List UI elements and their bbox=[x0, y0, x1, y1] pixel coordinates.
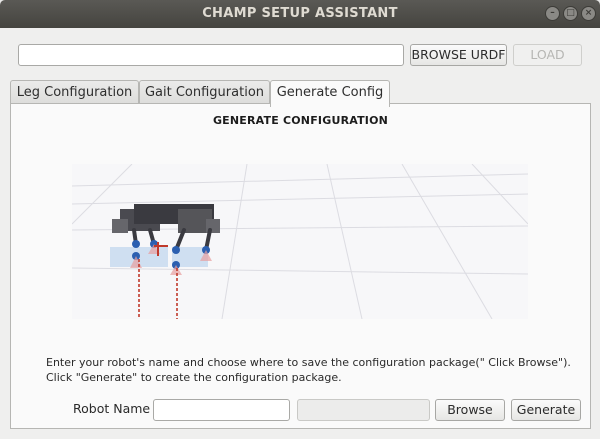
tab-generate-config[interactable]: Generate Config bbox=[270, 80, 390, 107]
robot-name-label: Robot Name bbox=[73, 401, 151, 416]
generate-heading: GENERATE CONFIGURATION bbox=[212, 114, 389, 127]
robot-name-input[interactable] bbox=[153, 399, 290, 421]
robot-preview-viewport bbox=[72, 164, 528, 319]
generate-config-panel: GENERATE CONFIGURATION Enter your robot'… bbox=[10, 103, 591, 429]
browse-button[interactable]: Browse bbox=[435, 399, 505, 421]
instructions-line-2: Click "Generate" to create the configura… bbox=[46, 371, 342, 384]
urdf-path-input[interactable] bbox=[18, 44, 404, 66]
generate-button[interactable]: Generate bbox=[511, 399, 581, 421]
title-bar: CHAMP SETUP ASSISTANT – □ × bbox=[0, 0, 600, 28]
window-title: CHAMP SETUP ASSISTANT bbox=[202, 6, 398, 21]
close-icon[interactable]: × bbox=[581, 6, 596, 21]
generate-instructions: Enter your robot's name and choose where… bbox=[46, 355, 576, 385]
minimize-icon[interactable]: – bbox=[545, 6, 560, 21]
instructions-line-1: Enter your robot's name and choose where… bbox=[46, 356, 571, 369]
maximize-icon[interactable]: □ bbox=[563, 6, 578, 21]
tab-leg-configuration[interactable]: Leg Configuration bbox=[10, 80, 139, 105]
viewport-background bbox=[72, 164, 528, 319]
load-button[interactable]: LOAD bbox=[513, 44, 582, 66]
browse-urdf-button[interactable]: BROWSE URDF bbox=[410, 44, 507, 66]
package-path-input bbox=[297, 399, 430, 421]
tab-gait-configuration[interactable]: Gait Configuration bbox=[139, 80, 270, 105]
